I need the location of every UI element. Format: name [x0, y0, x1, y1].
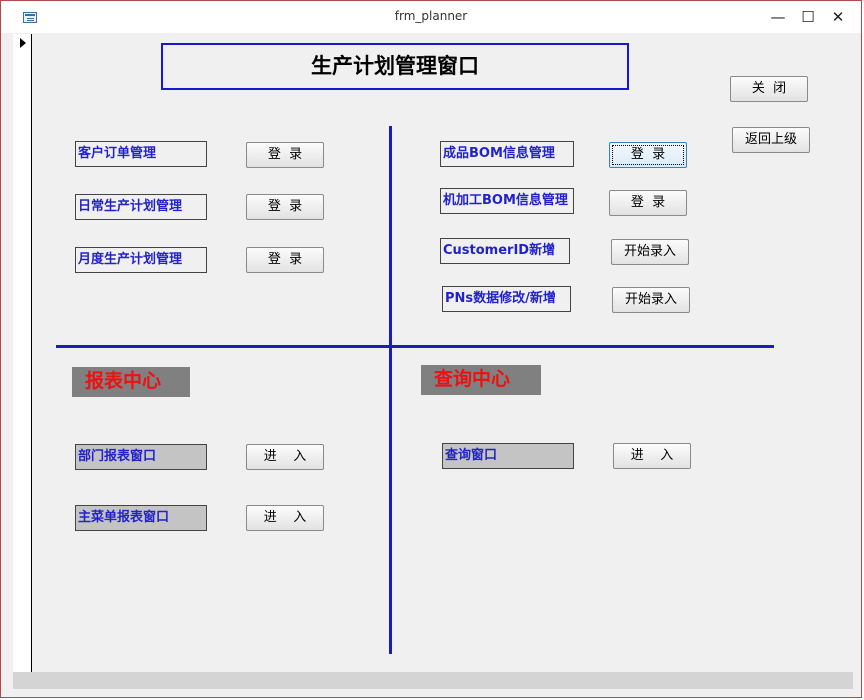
horizontal-divider — [56, 345, 774, 348]
minimize-button[interactable]: — — [763, 5, 793, 29]
query-window-label: 查询窗口 — [442, 443, 574, 469]
finished-bom-label: 成品BOM信息管理 — [440, 141, 574, 167]
query-center-title: 查询中心 — [421, 365, 541, 395]
machining-bom-label: 机加工BOM信息管理 — [440, 188, 574, 214]
back-button[interactable]: 返回上级 — [732, 127, 810, 153]
form-window: frm_planner — ☐ ✕ 生产计划管理窗口 关 闭 返回上级 客户订单… — [0, 0, 862, 698]
maximize-button[interactable]: ☐ — [793, 5, 823, 29]
pns-start-entry-button[interactable]: 开始录入 — [612, 287, 690, 313]
daily-plan-label: 日常生产计划管理 — [75, 194, 207, 220]
report-center-title: 报表中心 — [72, 367, 190, 397]
pns-edit-label: PNs数据修改/新增 — [442, 286, 571, 312]
monthly-plan-label: 月度生产计划管理 — [75, 247, 207, 273]
customerid-start-entry-button[interactable]: 开始录入 — [611, 239, 689, 265]
vertical-divider — [389, 126, 392, 654]
title-bar: frm_planner — ☐ ✕ — [1, 1, 861, 33]
customer-order-login-button[interactable]: 登 录 — [246, 142, 324, 168]
finished-bom-login-button[interactable]: 登 录 — [609, 142, 687, 168]
department-report-label: 部门报表窗口 — [75, 444, 207, 470]
main-menu-report-label: 主菜单报表窗口 — [75, 505, 207, 531]
customerid-add-label: CustomerID新增 — [440, 238, 570, 264]
machining-bom-login-button[interactable]: 登 录 — [609, 190, 687, 216]
status-bar — [13, 672, 853, 689]
main-menu-report-enter-button[interactable]: 进 入 — [246, 505, 324, 531]
form-body: 生产计划管理窗口 关 闭 返回上级 客户订单管理 登 录 日常生产计划管理 登 … — [32, 34, 853, 672]
page-title: 生产计划管理窗口 — [161, 43, 629, 90]
current-record-arrow-icon — [20, 38, 26, 48]
record-selector[interactable] — [13, 34, 32, 672]
close-button[interactable]: 关 闭 — [730, 76, 808, 102]
customer-order-label: 客户订单管理 — [75, 141, 207, 167]
query-window-enter-button[interactable]: 进 入 — [613, 443, 691, 469]
close-window-button[interactable]: ✕ — [823, 5, 853, 29]
window-title: frm_planner — [394, 9, 468, 23]
department-report-enter-button[interactable]: 进 入 — [246, 444, 324, 470]
daily-plan-login-button[interactable]: 登 录 — [246, 194, 324, 220]
monthly-plan-login-button[interactable]: 登 录 — [246, 247, 324, 273]
